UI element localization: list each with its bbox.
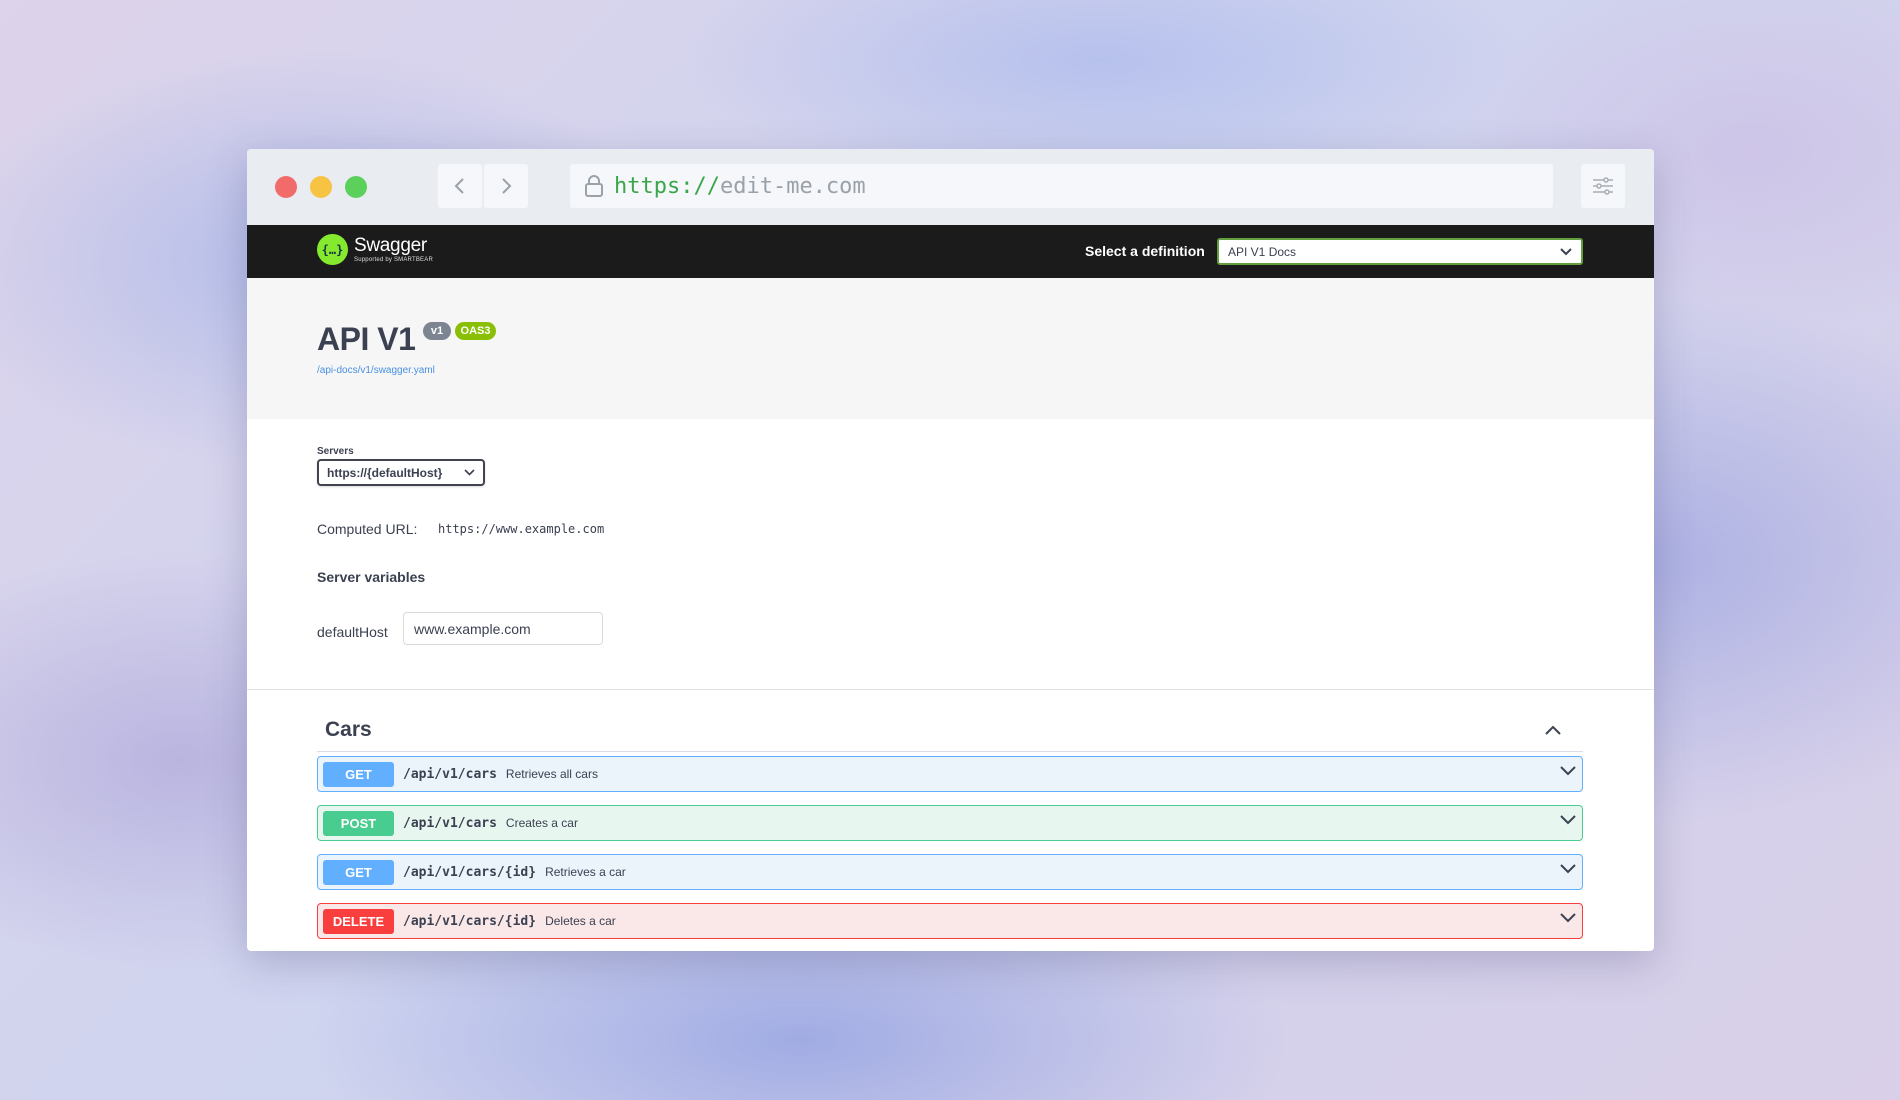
swagger-topbar: {…} Swagger Supported by SMARTBEAR Selec… xyxy=(247,225,1654,278)
definition-select[interactable]: API V1 Docs xyxy=(1217,238,1583,265)
operation-get-cars[interactable]: GET /api/v1/cars Retrieves all cars xyxy=(317,756,1583,792)
operation-summary: Retrieves a car xyxy=(545,865,626,879)
chevron-down-icon xyxy=(464,469,475,476)
servers-select[interactable]: https://{defaultHost} xyxy=(317,459,485,486)
chevron-down-icon[interactable] xyxy=(1560,913,1576,923)
computed-url-label: Computed URL: xyxy=(317,521,418,537)
default-host-label: defaultHost xyxy=(317,624,388,640)
oas-badge: OAS3 xyxy=(455,322,496,340)
operation-path: /api/v1/cars/{id} xyxy=(403,864,537,880)
chevron-down-icon[interactable] xyxy=(1560,864,1576,874)
swagger-logo-icon: {…} xyxy=(317,234,348,265)
swagger-logo[interactable]: {…} Swagger Supported by SMARTBEAR xyxy=(317,234,433,265)
chevron-left-icon xyxy=(454,178,464,194)
method-badge: GET xyxy=(323,859,394,885)
browser-chrome: https://edit-me.com xyxy=(247,149,1654,225)
operation-summary: Deletes a car xyxy=(545,914,616,928)
operation-get-car-by-id[interactable]: GET /api/v1/cars/{id} Retrieves a car xyxy=(317,854,1583,890)
chevron-down-icon[interactable] xyxy=(1560,766,1576,776)
tag-name: Cars xyxy=(325,717,372,741)
chevron-down-icon xyxy=(1560,247,1572,255)
operation-path: /api/v1/cars xyxy=(403,766,497,782)
operation-delete-car[interactable]: DELETE /api/v1/cars/{id} Deletes a car xyxy=(317,903,1583,939)
method-badge: GET xyxy=(323,761,394,787)
server-variables-heading: Server variables xyxy=(317,569,426,585)
version-badge: v1 xyxy=(423,322,451,340)
logo-name: Swagger xyxy=(354,235,427,256)
chevron-right-icon xyxy=(502,178,512,194)
chevron-up-icon[interactable] xyxy=(1545,725,1561,735)
computed-url: https://www.example.com xyxy=(438,522,605,536)
forward-button[interactable] xyxy=(484,164,528,208)
default-host-input[interactable] xyxy=(403,612,603,645)
browser-menu-button[interactable] xyxy=(1581,164,1625,208)
tag-header-cars[interactable]: Cars xyxy=(317,708,1583,752)
close-window-button[interactable] xyxy=(275,176,297,198)
method-badge: DELETE xyxy=(323,908,394,934)
browser-window: https://edit-me.com {…} Swagger Supporte… xyxy=(247,149,1654,951)
definition-label: Select a definition xyxy=(1085,243,1205,259)
page-title: API V1 xyxy=(317,321,416,357)
servers-section: Servers https://{defaultHost} Computed U… xyxy=(247,419,1654,690)
operation-path: /api/v1/cars xyxy=(403,815,497,831)
logo-subtitle: Supported by SMARTBEAR xyxy=(354,257,433,263)
method-badge: POST xyxy=(323,810,394,836)
definition-selected: API V1 Docs xyxy=(1228,244,1297,259)
sliders-icon xyxy=(1593,177,1613,195)
maximize-window-button[interactable] xyxy=(345,176,367,198)
url-host: edit-me.com xyxy=(719,173,866,199)
servers-label: Servers xyxy=(317,446,354,457)
operation-path: /api/v1/cars/{id} xyxy=(403,913,537,929)
back-button[interactable] xyxy=(438,164,482,208)
api-info: API V1 v1 OAS3 /api-docs/v1/swagger.yaml xyxy=(247,278,1654,419)
minimize-window-button[interactable] xyxy=(310,176,332,198)
address-bar[interactable]: https://edit-me.com xyxy=(570,164,1553,208)
operation-post-cars[interactable]: POST /api/v1/cars Creates a car xyxy=(317,805,1583,841)
lock-icon xyxy=(584,174,604,198)
servers-selected: https://{defaultHost} xyxy=(327,465,443,480)
url-scheme: https:// xyxy=(614,173,720,199)
operation-summary: Creates a car xyxy=(505,816,578,830)
chevron-down-icon[interactable] xyxy=(1560,815,1576,825)
spec-link[interactable]: /api-docs/v1/swagger.yaml xyxy=(317,365,435,376)
operation-summary: Retrieves all cars xyxy=(505,767,598,781)
